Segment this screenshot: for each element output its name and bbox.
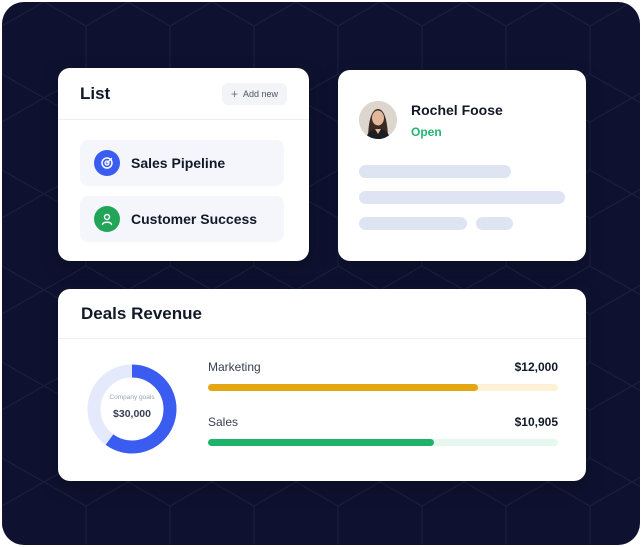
marketing-progress-track bbox=[208, 384, 558, 391]
contact-name: Rochel Foose bbox=[411, 102, 503, 118]
add-new-button[interactable]: + Add new bbox=[221, 82, 287, 105]
list-title: List bbox=[80, 83, 111, 103]
sales-progress-track bbox=[208, 439, 558, 446]
add-new-label: Add new bbox=[242, 88, 278, 99]
skeleton-line bbox=[359, 217, 467, 230]
marketing-progress-fill bbox=[208, 384, 478, 391]
list-item-customer-success[interactable]: Customer Success bbox=[80, 196, 284, 242]
user-icon bbox=[94, 206, 120, 232]
list-item-label: Sales Pipeline bbox=[131, 155, 226, 171]
plus-icon: + bbox=[230, 86, 238, 101]
app-frame: List + Add new Sales Pipeline Customer S… bbox=[2, 2, 640, 545]
goal-value: $30,000 bbox=[113, 408, 151, 420]
revenue-title: Deals Revenue bbox=[81, 303, 202, 323]
marketing-label: Marketing bbox=[208, 360, 261, 374]
revenue-header: Deals Revenue bbox=[58, 289, 586, 339]
sales-progress-fill bbox=[208, 439, 434, 446]
goal-caption: Company goals bbox=[109, 394, 155, 401]
list-item-sales-pipeline[interactable]: Sales Pipeline bbox=[80, 140, 284, 186]
marketing-amount: $12,000 bbox=[514, 360, 558, 374]
deals-revenue-card: Deals Revenue Company goals $30,000 Mark… bbox=[58, 289, 586, 481]
list-header: List + Add new bbox=[58, 68, 309, 120]
profile-card: Rochel Foose Open bbox=[338, 70, 586, 261]
skeleton-line bbox=[359, 165, 511, 178]
sales-amount: $10,905 bbox=[514, 415, 558, 429]
list-item-label: Customer Success bbox=[131, 211, 258, 227]
sales-label: Sales bbox=[208, 415, 239, 429]
status-badge: Open bbox=[411, 125, 442, 139]
list-card: List + Add new Sales Pipeline Customer S… bbox=[58, 68, 309, 261]
target-icon bbox=[94, 150, 120, 176]
skeleton-line bbox=[476, 217, 513, 230]
skeleton-line bbox=[359, 191, 565, 204]
avatar[interactable] bbox=[359, 101, 397, 139]
